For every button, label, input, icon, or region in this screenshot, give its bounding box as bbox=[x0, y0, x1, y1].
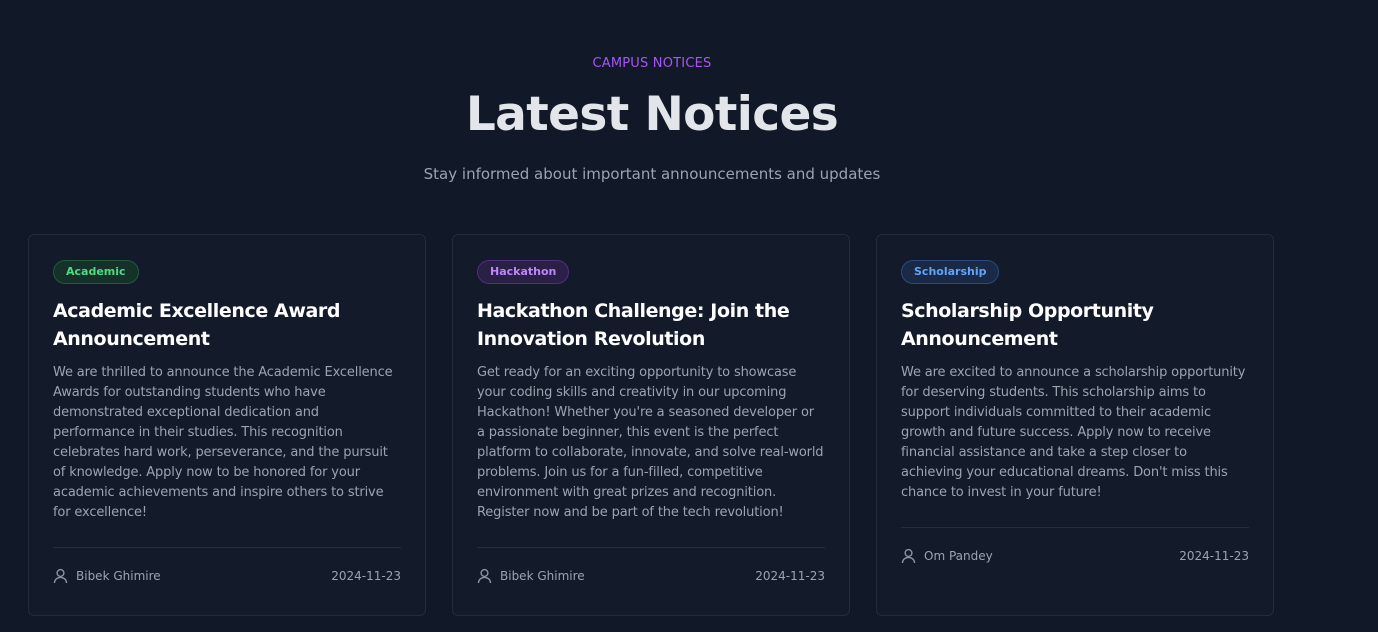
user-icon bbox=[477, 568, 492, 584]
author: Om Pandey bbox=[901, 548, 993, 564]
notice-card[interactable]: Hackathon Hackathon Challenge: Join the … bbox=[452, 234, 850, 616]
notice-card[interactable]: Scholarship Scholarship Opportunity Anno… bbox=[876, 234, 1274, 616]
notice-meta: Bibek Ghimire 2024-11-23 bbox=[53, 548, 401, 604]
author-name: Bibek Ghimire bbox=[500, 569, 585, 583]
section-eyebrow: CAMPUS NOTICES bbox=[592, 56, 712, 71]
notice-body: We are excited to announce a scholarship… bbox=[901, 365, 1246, 500]
notice-date: 2024-11-23 bbox=[1179, 549, 1249, 563]
notice-meta: Om Pandey 2024-11-23 bbox=[901, 528, 1249, 584]
notices-section: CAMPUS NOTICES Latest Notices Stay infor… bbox=[0, 0, 1378, 632]
author: Bibek Ghimire bbox=[477, 568, 585, 584]
author-name: Bibek Ghimire bbox=[76, 569, 161, 583]
notice-title[interactable]: Academic Excellence Award Announcement bbox=[53, 297, 401, 353]
notice-meta: Bibek Ghimire 2024-11-23 bbox=[477, 548, 825, 604]
category-badge: Scholarship bbox=[901, 260, 1000, 284]
user-icon bbox=[901, 548, 916, 564]
author: Bibek Ghimire bbox=[53, 568, 161, 584]
notice-date: 2024-11-23 bbox=[755, 569, 825, 583]
page-title: Latest Notices bbox=[465, 87, 839, 142]
page-subtitle: Stay informed about important announceme… bbox=[423, 165, 881, 183]
notice-title[interactable]: Scholarship Opportunity Announcement bbox=[901, 297, 1249, 353]
category-badge: Academic bbox=[53, 260, 139, 284]
notice-body: Get ready for an exciting opportunity to… bbox=[477, 365, 824, 520]
notice-date: 2024-11-23 bbox=[331, 569, 401, 583]
notice-title[interactable]: Hackathon Challenge: Join the Innovation… bbox=[477, 297, 825, 353]
author-name: Om Pandey bbox=[924, 549, 993, 563]
notice-card[interactable]: Academic Academic Excellence Award Annou… bbox=[28, 234, 426, 616]
user-icon bbox=[53, 568, 68, 584]
notice-body: We are thrilled to announce the Academic… bbox=[53, 365, 393, 520]
category-badge: Hackathon bbox=[477, 260, 570, 284]
